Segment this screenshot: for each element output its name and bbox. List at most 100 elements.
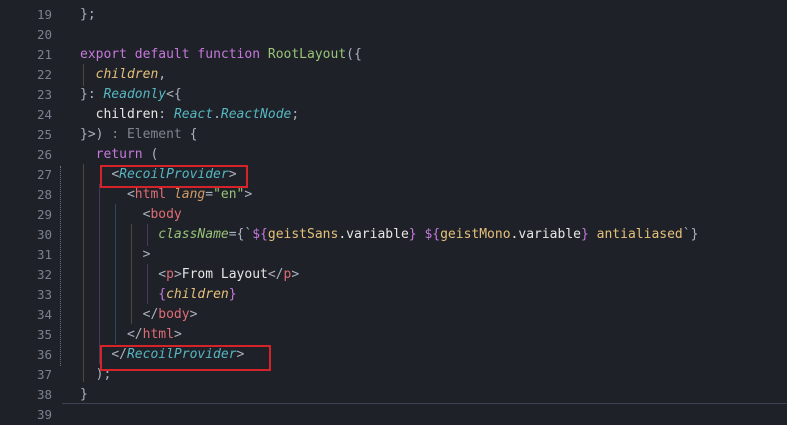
line-number: 25 — [36, 127, 52, 142]
code-line[interactable]: 30 className={`${geistSans.variable} ${g… — [0, 225, 787, 245]
code-token: function — [197, 47, 268, 62]
code-token: ; — [291, 107, 300, 122]
code-line[interactable]: 25 }>) : Element { — [0, 125, 787, 145]
code-token: export — [80, 47, 135, 62]
code-token: children — [95, 67, 159, 82]
code-text[interactable]: }: Readonly<{ — [80, 85, 182, 105]
code-token: RootLayout — [267, 47, 347, 62]
code-line[interactable]: 20 — [0, 25, 787, 45]
line-number: 28 — [36, 187, 52, 202]
highlight-box-recoil-close — [100, 345, 271, 371]
line-number: 24 — [36, 107, 52, 122]
code-text[interactable]: <p>From Layout</p> — [80, 265, 299, 285]
code-token: children — [166, 287, 229, 302]
code-token: return — [80, 147, 151, 162]
code-line[interactable]: 29 <body — [0, 205, 787, 225]
line-number: 37 — [36, 367, 52, 382]
code-token: className — [158, 227, 229, 242]
code-line[interactable]: 38} — [0, 385, 787, 405]
code-token: . — [213, 107, 221, 122]
code-line[interactable]: 32 <p>From Layout</p> — [0, 265, 787, 285]
code-editor[interactable]: 19}; 20 21 export default function RootLayo… — [0, 0, 787, 422]
code-line[interactable]: 23}: Readonly<{ — [0, 85, 787, 105]
code-text[interactable]: }; — [80, 5, 96, 25]
code-line[interactable]: 39 — [0, 405, 787, 425]
line-number: 33 — [36, 287, 52, 302]
code-token: } — [80, 387, 88, 402]
code-text[interactable]: > — [80, 245, 151, 265]
code-token: < — [158, 267, 167, 282]
code-line[interactable]: 21 export default function RootLayout({ — [0, 45, 787, 65]
code-text[interactable]: children: React.ReactNode; — [80, 105, 300, 125]
code-token: .variable — [338, 227, 409, 242]
code-text[interactable]: <html lang="en"> — [80, 185, 252, 205]
code-text[interactable]: className={`${geistSans.variable} ${geis… — [80, 225, 698, 245]
line-number: 21 — [36, 47, 52, 62]
code-token: <{ — [166, 87, 182, 102]
code-token: : — [158, 107, 174, 122]
code-token: </ — [267, 267, 284, 282]
line-number: 27 — [36, 167, 52, 182]
code-text[interactable]: return ( — [80, 145, 159, 165]
code-token: { — [158, 287, 167, 302]
code-token: < — [126, 187, 135, 202]
code-token: children — [80, 107, 159, 122]
line-number: 32 — [36, 267, 52, 282]
code-token: > — [173, 327, 182, 342]
code-line[interactable]: 19}; — [0, 5, 787, 25]
code-line[interactable]: 22 children, — [0, 65, 787, 85]
line-number: 23 — [36, 87, 52, 102]
code-token: ({ — [346, 47, 362, 62]
code-line[interactable]: 26 return ( — [0, 145, 787, 165]
code-token: ={` — [228, 227, 253, 242]
code-line[interactable]: 35 </html> — [0, 325, 787, 345]
code-token: React — [173, 107, 214, 122]
code-token: : — [87, 87, 104, 102]
line-number: 35 — [36, 327, 52, 342]
code-token: </ — [126, 327, 143, 342]
code-token: Readonly — [103, 87, 167, 102]
code-token: > — [142, 247, 151, 262]
code-token: "en" — [213, 187, 245, 202]
code-token: , — [158, 67, 167, 82]
line-number: 19 — [36, 7, 52, 22]
line-number: 29 — [36, 207, 52, 222]
code-token: } — [581, 227, 597, 242]
code-token: : Element — [103, 127, 190, 142]
code-token: > — [244, 187, 253, 202]
code-token: html — [134, 187, 174, 202]
code-token: </ — [142, 307, 159, 322]
code-text[interactable]: <body — [80, 205, 182, 225]
line-number: 30 — [36, 227, 52, 242]
line-number: 26 — [36, 147, 52, 162]
code-text[interactable]: </body> — [80, 305, 198, 325]
line-number: 36 — [36, 347, 52, 362]
line-number: 39 — [36, 407, 52, 422]
code-token: }>) — [80, 127, 104, 142]
code-line[interactable]: 31 > — [0, 245, 787, 265]
code-token: geistMono — [440, 227, 511, 242]
code-text[interactable]: export default function RootLayout({ — [80, 45, 362, 65]
code-line[interactable]: 28 <html lang="en"> — [0, 185, 787, 205]
code-text[interactable]: </html> — [80, 325, 182, 345]
code-line[interactable]: 24 children: React.ReactNode; — [0, 105, 787, 125]
code-text[interactable]: }>) : Element { — [80, 125, 197, 145]
code-token: p — [166, 267, 174, 282]
code-token: }; — [80, 7, 96, 22]
code-token: body — [150, 207, 182, 222]
code-text[interactable]: } — [80, 385, 88, 405]
code-text[interactable]: {children} — [80, 285, 236, 305]
code-line[interactable]: 34 </body> — [0, 305, 787, 325]
code-text[interactable]: children, — [80, 65, 166, 85]
code-token: ReactNode — [220, 107, 292, 122]
line-number: 34 — [36, 307, 52, 322]
code-token: } — [80, 87, 88, 102]
code-token: > — [291, 267, 300, 282]
code-token: geistSans — [267, 227, 339, 242]
line-number: 22 — [36, 67, 52, 82]
code-line[interactable]: 33 {children} — [0, 285, 787, 305]
